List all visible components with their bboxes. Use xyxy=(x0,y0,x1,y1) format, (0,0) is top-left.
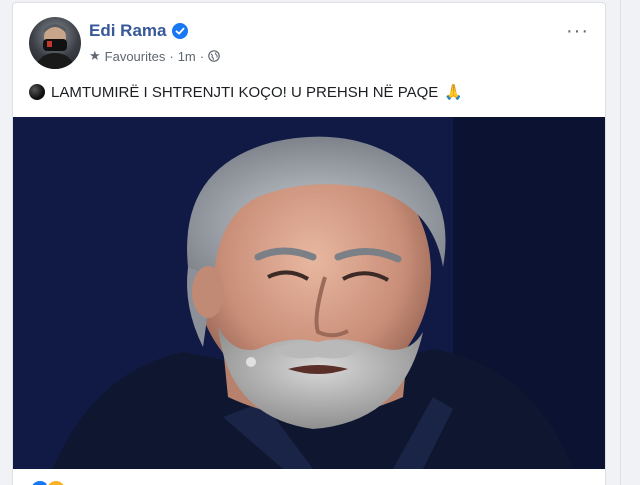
divider xyxy=(620,0,621,485)
post-header: Edi Rama ★ Favourites · 1m · ··· xyxy=(13,3,605,73)
author-name[interactable]: Edi Rama xyxy=(89,21,166,41)
pray-emoji-icon: 🙏 xyxy=(444,84,463,101)
author-row: Edi Rama xyxy=(89,21,189,41)
care-reaction-icon xyxy=(45,479,67,485)
post-card: Edi Rama ★ Favourites · 1m · ··· LAMTUMI… xyxy=(12,2,606,485)
more-options-button[interactable]: ··· xyxy=(566,21,589,41)
post-message: LAMTUMIRË I SHTRENJTI KOÇO! U PREHSH NË … xyxy=(51,83,439,101)
meta-separator-2: · xyxy=(199,48,205,64)
globe-icon xyxy=(208,50,220,62)
verified-badge-icon xyxy=(172,23,189,39)
post-meta: ★ Favourites · 1m · xyxy=(89,48,220,64)
audience-label[interactable]: Favourites xyxy=(105,49,166,64)
meta-separator: · xyxy=(169,48,174,64)
star-icon: ★ xyxy=(89,48,101,63)
post-text: LAMTUMIRË I SHTRENJTI KOÇO! U PREHSH NË … xyxy=(29,83,463,101)
page: Edi Rama ★ Favourites · 1m · ··· LAMTUMI… xyxy=(0,0,640,485)
black-circle-emoji-icon xyxy=(29,84,45,100)
avatar[interactable] xyxy=(29,17,81,69)
post-photo[interactable] xyxy=(13,117,605,469)
reaction-summary[interactable] xyxy=(29,479,73,485)
post-time[interactable]: 1m xyxy=(178,49,196,64)
